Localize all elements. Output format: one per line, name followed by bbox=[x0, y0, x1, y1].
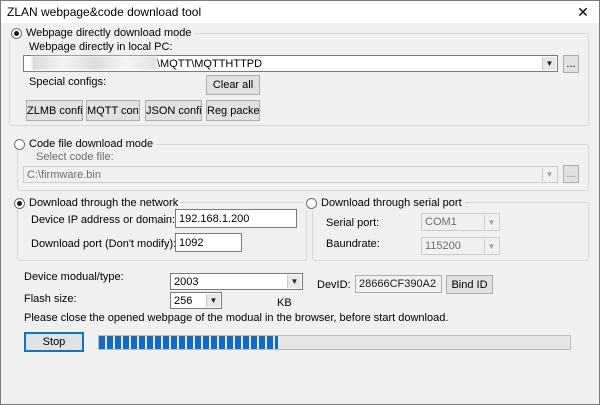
device-type-value: 2003 bbox=[174, 276, 199, 288]
download-port-label: Download port (Don't modify): bbox=[31, 238, 177, 250]
code-mode-radio-indicator[interactable] bbox=[14, 138, 25, 150]
webpage-path-value: \MQTT\MQTTHTTPD bbox=[157, 58, 263, 70]
code-mode-label: Code file download mode bbox=[29, 138, 154, 150]
device-type-combo[interactable]: 2003 ▼ bbox=[170, 273, 303, 290]
chevron-down-icon[interactable]: ▼ bbox=[484, 239, 498, 253]
zlmb-config-button[interactable]: ZLMB config bbox=[26, 100, 83, 121]
download-notice: Please close the opened webpage of the m… bbox=[24, 312, 449, 324]
flash-unit-label: KB bbox=[277, 297, 292, 309]
download-tool-window: ZLAN webpage&code download tool ✕ Webpag… bbox=[0, 0, 600, 405]
devid-label: DevID: bbox=[317, 279, 351, 291]
reg-packet-button[interactable]: Reg packet bbox=[206, 100, 260, 121]
webpage-mode-label: Webpage directly download mode bbox=[26, 27, 192, 39]
serial-label: Download through serial port bbox=[321, 197, 462, 209]
code-browse-button[interactable]: ... bbox=[563, 165, 579, 183]
special-configs-label: Special configs: bbox=[29, 76, 107, 88]
device-ip-label: Device IP address or domain: bbox=[31, 214, 176, 226]
webpage-mode-radio[interactable]: Webpage directly download mode bbox=[9, 26, 195, 40]
code-file-value: C:\firmware.bin bbox=[27, 169, 101, 181]
close-icon[interactable]: ✕ bbox=[573, 2, 593, 22]
baudrate-value: 115200 bbox=[425, 240, 461, 252]
code-file-combo[interactable]: C:\firmware.bin ▼ bbox=[23, 166, 558, 183]
flash-size-value: 256 bbox=[174, 295, 193, 307]
bind-id-button[interactable]: Bind ID bbox=[446, 275, 493, 294]
chevron-down-icon[interactable]: ▼ bbox=[542, 168, 556, 181]
chevron-down-icon[interactable]: ▼ bbox=[542, 57, 556, 70]
serial-port-combo[interactable]: COM1 ▼ bbox=[421, 213, 500, 231]
json-config-button[interactable]: JSON config bbox=[145, 100, 202, 121]
mqtt-config-button[interactable]: MQTT config bbox=[86, 100, 140, 121]
device-type-label: Device modual/type: bbox=[24, 271, 124, 283]
clear-all-button[interactable]: Clear all bbox=[206, 75, 260, 95]
code-file-label: Select code file: bbox=[36, 151, 114, 163]
baudrate-label: Baundrate: bbox=[326, 238, 380, 250]
stop-button[interactable]: Stop bbox=[24, 332, 84, 352]
network-radio-indicator[interactable] bbox=[14, 197, 25, 209]
redacted-path-segment bbox=[32, 56, 157, 70]
network-radio[interactable]: Download through the network bbox=[12, 196, 182, 210]
baudrate-combo[interactable]: 115200 ▼ bbox=[421, 237, 500, 255]
webpage-path-label: Webpage directly in local PC: bbox=[29, 41, 173, 53]
network-label: Download through the network bbox=[29, 197, 179, 209]
title-bar: ZLAN webpage&code download tool ✕ bbox=[1, 1, 599, 23]
chevron-down-icon[interactable]: ▼ bbox=[206, 294, 220, 307]
serial-port-value: COM1 bbox=[425, 216, 457, 228]
download-progress-bar bbox=[98, 335, 571, 350]
flash-size-label: Flash size: bbox=[24, 293, 77, 305]
serial-radio[interactable]: Download through serial port bbox=[304, 196, 465, 210]
serial-port-label: Serial port: bbox=[326, 217, 380, 229]
download-port-input[interactable] bbox=[175, 233, 242, 252]
device-ip-input[interactable] bbox=[175, 209, 297, 228]
code-mode-radio[interactable]: Code file download mode bbox=[12, 137, 157, 151]
chevron-down-icon[interactable]: ▼ bbox=[287, 275, 301, 288]
webpage-mode-radio-indicator[interactable] bbox=[11, 27, 22, 39]
devid-field bbox=[355, 275, 442, 293]
serial-radio-indicator[interactable] bbox=[306, 197, 317, 209]
download-progress-fill bbox=[99, 336, 278, 349]
window-title: ZLAN webpage&code download tool bbox=[7, 5, 202, 19]
flash-size-combo[interactable]: 256 ▼ bbox=[170, 292, 222, 309]
webpage-browse-button[interactable]: ... bbox=[563, 55, 579, 73]
chevron-down-icon[interactable]: ▼ bbox=[484, 215, 498, 229]
